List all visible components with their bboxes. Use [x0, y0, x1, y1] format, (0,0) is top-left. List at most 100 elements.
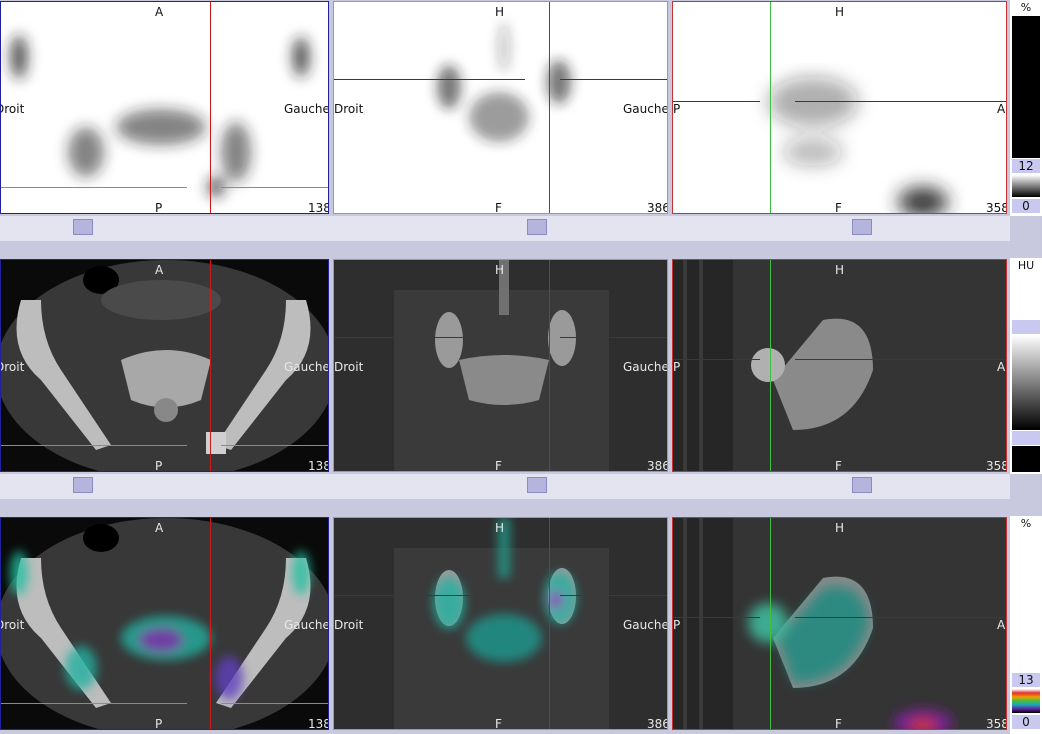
crosshair-horizontal-blue-right[interactable]	[795, 101, 1006, 102]
label-right: Droit	[334, 618, 364, 632]
label-anterior: A	[155, 263, 164, 277]
fusion-axial-view[interactable]: A P Droit Gauche 138	[0, 517, 329, 730]
label-posterior: P	[673, 102, 681, 116]
coronal-slice-slider[interactable]	[527, 219, 547, 235]
sagittal-slice-slider[interactable]	[852, 477, 872, 493]
ct-scale-unit: HU	[1017, 259, 1035, 272]
axial-slice-slider[interactable]	[73, 219, 93, 235]
label-anterior: A	[997, 618, 1006, 632]
crosshair-horizontal-blue[interactable]	[334, 595, 525, 596]
label-feet: F	[495, 717, 502, 730]
label-head: H	[835, 263, 845, 277]
ct-coronal-view[interactable]: H F Droit Gauche 386	[333, 259, 668, 472]
crosshair-horizontal-green-right[interactable]	[221, 187, 328, 188]
label-feet: F	[835, 459, 842, 472]
crosshair-horizontal-blue-right[interactable]	[795, 359, 1006, 360]
ct-colorbar-gradient[interactable]	[1012, 335, 1040, 430]
fusion-scale-unit: %	[1020, 517, 1032, 530]
crosshair-horizontal-blue-right[interactable]	[560, 337, 667, 338]
slice-scrollbar-row1[interactable]	[0, 216, 1010, 241]
crosshair-horizontal-green[interactable]	[1, 703, 187, 704]
crosshair-vertical-red[interactable]	[210, 260, 211, 471]
crosshair-horizontal-blue-right[interactable]	[560, 79, 667, 80]
crosshair-horizontal-green[interactable]	[1, 445, 187, 446]
crosshair-vertical-red[interactable]	[549, 260, 550, 471]
nm-coronal-view[interactable]: H F Droit Gauche 386	[333, 1, 668, 214]
label-right: Droit	[1, 102, 25, 116]
crosshair-horizontal-blue-right[interactable]	[560, 595, 667, 596]
crosshair-vertical-red[interactable]	[210, 2, 211, 213]
slice-number: 138	[308, 717, 329, 730]
crosshair-horizontal-green-right[interactable]	[221, 703, 328, 704]
sagittal-slice-slider[interactable]	[852, 219, 872, 235]
fusion-colorbar-gradient[interactable]	[1012, 689, 1040, 713]
nm-coronal-image	[437, 22, 571, 142]
axial-slice-slider[interactable]	[73, 477, 93, 493]
label-left: Gauche	[623, 618, 668, 632]
fusion-scale-min[interactable]: 0	[1012, 715, 1040, 729]
crosshair-horizontal-blue[interactable]	[673, 101, 760, 102]
slice-number: 358	[986, 201, 1007, 214]
crosshair-vertical-red[interactable]	[549, 518, 550, 729]
nm-axial-image	[11, 35, 309, 197]
label-head: H	[835, 521, 845, 535]
label-feet: F	[495, 201, 502, 214]
nm-scale-max[interactable]: 12	[1012, 159, 1040, 173]
nm-sagittal-image	[768, 77, 948, 213]
ct-axial-view[interactable]: A P Droit Gauche 138	[0, 259, 329, 472]
nm-scale-min[interactable]: 0	[1012, 199, 1040, 213]
label-left: Gauche	[623, 102, 668, 116]
label-head: H	[495, 521, 505, 535]
label-left: Gauche	[284, 618, 329, 632]
label-left: Gauche	[284, 102, 329, 116]
label-posterior: P	[673, 360, 681, 374]
ct-axial-image	[1, 260, 328, 471]
nm-sagittal-view[interactable]: H F P A 358	[672, 1, 1007, 214]
label-feet: F	[835, 201, 842, 214]
label-right: Droit	[1, 618, 25, 632]
label-anterior: A	[155, 521, 164, 535]
slice-number: 138	[308, 459, 329, 472]
crosshair-horizontal-blue[interactable]	[334, 337, 525, 338]
crosshair-vertical-red[interactable]	[210, 518, 211, 729]
coronal-slice-slider[interactable]	[527, 477, 547, 493]
slice-scrollbar-row2[interactable]	[0, 474, 1010, 499]
label-head: H	[495, 263, 505, 277]
slice-number: 386	[647, 201, 668, 214]
fusion-sagittal-view[interactable]: H F P A 358	[672, 517, 1007, 730]
fusion-coronal-image	[334, 518, 667, 729]
crosshair-vertical-green[interactable]	[770, 2, 771, 213]
fusion-scale-max[interactable]: 13	[1012, 673, 1040, 687]
ct-window-lower-handle[interactable]	[1012, 431, 1040, 445]
label-anterior: A	[155, 5, 164, 19]
nm-scale-unit: %	[1020, 1, 1032, 14]
ct-window-upper-handle[interactable]	[1012, 320, 1040, 334]
crosshair-horizontal-green[interactable]	[1, 187, 187, 188]
crosshair-horizontal-green-right[interactable]	[221, 445, 328, 446]
fusion-coronal-view[interactable]: H F Droit Gauche 386	[333, 517, 668, 730]
label-head: H	[495, 5, 505, 19]
crosshair-vertical-red[interactable]	[549, 2, 550, 213]
label-right: Droit	[334, 360, 364, 374]
crosshair-horizontal-blue-right[interactable]	[795, 617, 1006, 618]
crosshair-horizontal-blue[interactable]	[673, 617, 760, 618]
ct-sagittal-view[interactable]: H F P A 358	[672, 259, 1007, 472]
crosshair-horizontal-blue[interactable]	[673, 359, 760, 360]
label-posterior: P	[155, 717, 163, 730]
fusion-axial-image	[1, 518, 328, 729]
ct-colorbar-black	[1012, 446, 1040, 472]
label-head: H	[835, 5, 845, 19]
nm-colorbar[interactable]	[1012, 16, 1040, 158]
slice-number: 358	[986, 459, 1007, 472]
ct-coronal-image	[334, 260, 667, 471]
label-posterior: P	[155, 201, 163, 214]
slice-number: 386	[647, 459, 668, 472]
label-right: Droit	[1, 360, 25, 374]
label-left: Gauche	[623, 360, 668, 374]
crosshair-horizontal-blue[interactable]	[334, 79, 525, 80]
crosshair-vertical-green[interactable]	[770, 260, 771, 471]
crosshair-vertical-green[interactable]	[770, 518, 771, 729]
nm-colorbar-gradient[interactable]	[1012, 175, 1040, 197]
slice-number: 358	[986, 717, 1007, 730]
nm-axial-view[interactable]: A P Droit Gauche 138	[0, 1, 329, 214]
